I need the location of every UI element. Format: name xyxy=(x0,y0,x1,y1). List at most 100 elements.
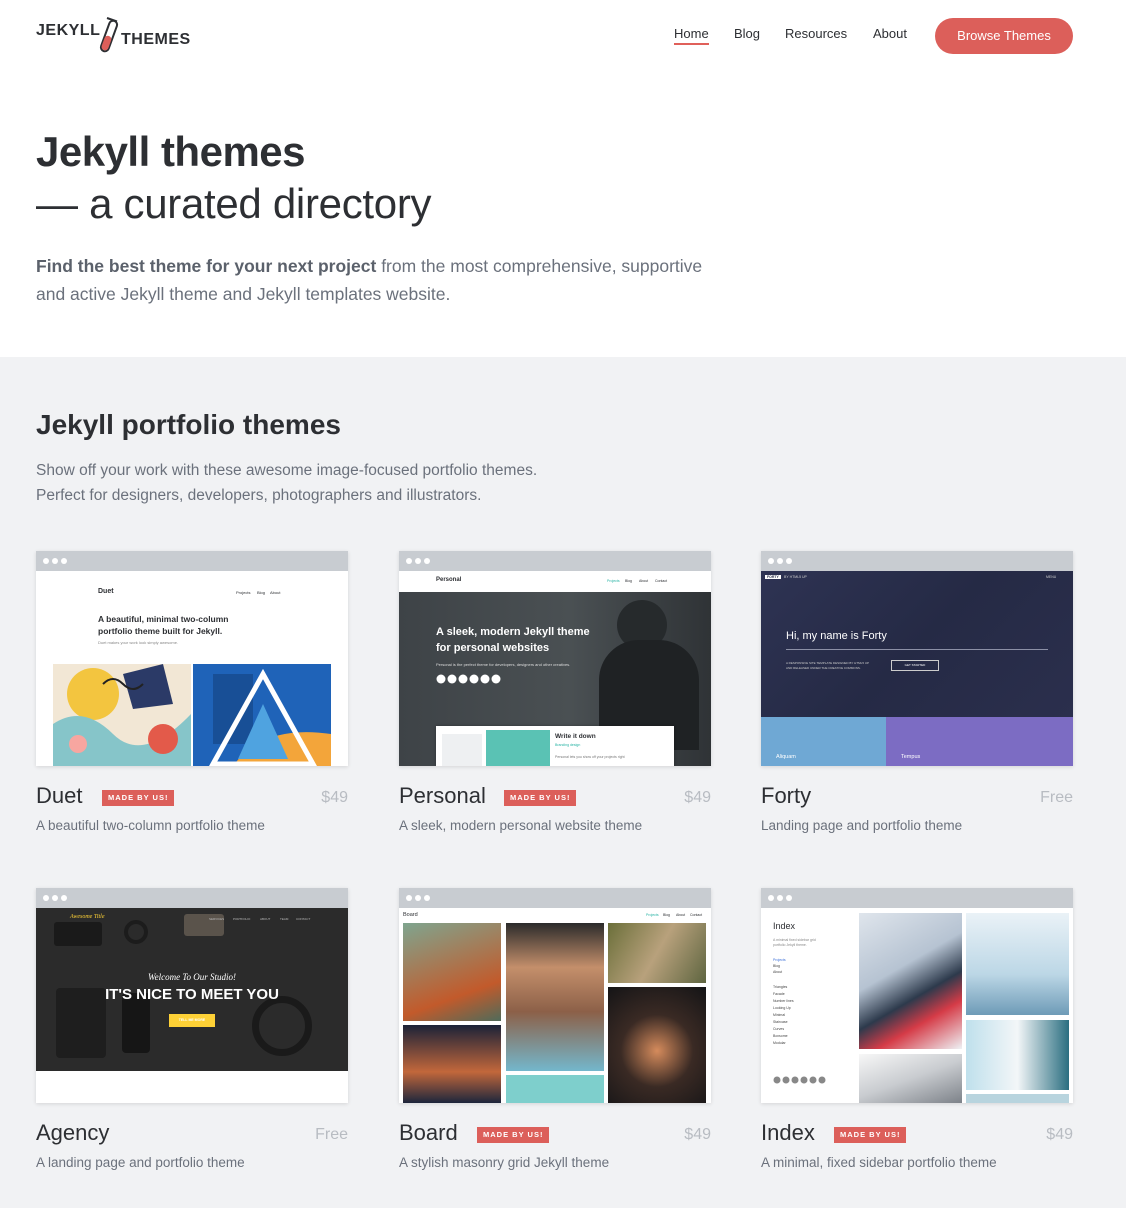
theme-price: $49 xyxy=(1046,1126,1073,1143)
agency-nav-services: SERVICES xyxy=(209,917,225,921)
duet-screenshot: Duet Projects Blog About A beautiful, mi… xyxy=(36,571,348,766)
theme-description: A stylish masonry grid Jekyll theme xyxy=(399,1155,610,1170)
made-by-us-badge: MADE BY US! xyxy=(102,790,175,806)
agency-nav-portfolio: PORTFOLIO xyxy=(233,917,251,921)
agency-brand: Awesome Title xyxy=(70,914,105,920)
theme-name[interactable]: Duet xyxy=(36,783,82,809)
browser-bar xyxy=(36,888,348,908)
forty-tile2-label: Tempus xyxy=(901,754,921,760)
site-logo[interactable]: JEKYLL THEMES xyxy=(36,14,196,56)
forty-small-2: AND RELEASED UNDER THE CREATIVE COMMONS. xyxy=(786,666,861,670)
theme-preview[interactable]: Index A minimal fixed sidebar grid portf… xyxy=(761,888,1073,1103)
index-photo-2 xyxy=(966,913,1069,1015)
index-screenshot: Index A minimal fixed sidebar grid portf… xyxy=(761,908,1073,1103)
browser-bar xyxy=(399,551,711,571)
theme-price: $49 xyxy=(321,789,348,806)
index-project-item: Looking Up xyxy=(773,1006,791,1010)
theme-card-forty[interactable]: FORTY BY HTML5 UP MENU Hi, my name is Fo… xyxy=(761,551,1073,841)
index-intro-2: portfolio Jekyll theme. xyxy=(773,943,807,947)
forty-menu: MENU xyxy=(1046,575,1057,579)
personal-small: Personal is the perfect theme for develo… xyxy=(436,662,571,667)
personal-brand: Personal xyxy=(436,577,462,583)
personal-nav-about: About xyxy=(639,579,649,583)
index-project-item: Triangles xyxy=(773,985,788,989)
made-by-us-badge: MADE BY US! xyxy=(477,1127,550,1143)
agency-welcome: Welcome To Our Studio! xyxy=(147,972,237,982)
theme-card-board[interactable]: Board Projects Blog About Contact Board … xyxy=(399,888,711,1178)
browse-themes-button[interactable]: Browse Themes xyxy=(935,18,1073,54)
index-project-item: Facade xyxy=(773,992,785,996)
personal-post-body: Personal lets you show off your projects… xyxy=(555,755,625,759)
theme-preview[interactable]: FORTY BY HTML5 UP MENU Hi, my name is Fo… xyxy=(761,551,1073,766)
section-title: Jekyll portfolio themes xyxy=(36,409,341,440)
hero-title: Jekyll themes xyxy=(36,128,306,175)
site-header: JEKYLL THEMES Home Blog Resources About … xyxy=(0,0,1126,72)
nav-home[interactable]: Home xyxy=(674,26,709,45)
board-brand: Board xyxy=(403,912,418,918)
forty-small-1: A RESPONSIVE SITE TEMPLATE DESIGNED BY H… xyxy=(786,661,870,665)
agency-headline: IT'S NICE TO MEET YOU xyxy=(105,986,279,1003)
theme-card-index[interactable]: Index A minimal fixed sidebar grid portf… xyxy=(761,888,1073,1178)
made-by-us-badge: MADE BY US! xyxy=(504,790,577,806)
hero-description: Find the best theme for your next projec… xyxy=(36,252,716,308)
personal-nav-contact: Contact xyxy=(655,579,668,583)
board-photo-6 xyxy=(608,987,706,1103)
theme-description: A beautiful two-column portfolio theme xyxy=(36,818,265,833)
index-project-item: Staircase xyxy=(773,1020,788,1024)
theme-card-agency[interactable]: Awesome Title SERVICES PORTFOLIO ABOUT T… xyxy=(36,888,348,1178)
theme-preview[interactable]: Board Projects Blog About Contact xyxy=(399,888,711,1103)
duet-headline-2: portfolio theme built for Jekyll. xyxy=(98,626,223,636)
theme-preview[interactable]: Personal Projects Blog About Contact A s… xyxy=(399,551,711,766)
theme-price: $49 xyxy=(684,1126,711,1143)
board-nav-projects: Projects xyxy=(646,913,659,917)
forty-screenshot: FORTY BY HTML5 UP MENU Hi, my name is Fo… xyxy=(761,571,1073,766)
personal-post-sub: Branding design xyxy=(555,743,581,747)
agency-nav-contact: CONTACT xyxy=(296,917,311,921)
theme-card-personal[interactable]: Personal Projects Blog About Contact A s… xyxy=(399,551,711,841)
duet-brand: Duet xyxy=(98,588,114,595)
index-photo-1 xyxy=(859,913,962,1049)
theme-description: A minimal, fixed sidebar portfolio theme xyxy=(761,1155,997,1170)
section-desc-line2: Perfect for designers, developers, photo… xyxy=(36,487,482,504)
test-tube-icon xyxy=(99,17,119,53)
portfolio-section: Jekyll portfolio themes Show off your wo… xyxy=(0,357,1126,1208)
theme-description: Landing page and portfolio theme xyxy=(761,818,963,833)
personal-social-icons xyxy=(436,673,511,691)
index-project-item: Minimal xyxy=(773,1013,786,1017)
agency-button: TELL ME MORE xyxy=(169,1014,215,1027)
index-intro-1: A minimal fixed sidebar grid xyxy=(773,938,816,942)
theme-preview[interactable]: Awesome Title SERVICES PORTFOLIO ABOUT T… xyxy=(36,888,348,1103)
index-link-item: About xyxy=(773,970,783,974)
theme-name[interactable]: Personal xyxy=(399,783,486,809)
theme-name[interactable]: Forty xyxy=(761,783,811,809)
theme-card-duet[interactable]: Duet Projects Blog About A beautiful, mi… xyxy=(36,551,348,841)
agency-screenshot: Awesome Title SERVICES PORTFOLIO ABOUT T… xyxy=(36,908,348,1103)
forty-button: GET STARTED xyxy=(891,660,939,671)
personal-nav-projects: Projects xyxy=(607,579,620,583)
duet-nav-projects: Projects xyxy=(236,590,251,595)
personal-headline-2: for personal websites xyxy=(436,642,550,654)
duet-artwork-triangle xyxy=(193,664,331,766)
browser-bar xyxy=(761,551,1073,571)
theme-price: Free xyxy=(315,1126,348,1143)
agency-nav-about: ABOUT xyxy=(260,917,271,921)
personal-post-card: Write it down Branding design Personal l… xyxy=(436,726,674,766)
personal-screenshot: Personal Projects Blog About Contact A s… xyxy=(399,571,711,766)
hero-subtitle: — a curated directory xyxy=(36,180,432,227)
browser-bar xyxy=(399,888,711,908)
nav-resources[interactable]: Resources xyxy=(785,26,847,41)
index-social-icons xyxy=(773,1076,826,1084)
theme-description: A landing page and portfolio theme xyxy=(36,1155,245,1170)
personal-headline-1: A sleek, modern Jekyll theme xyxy=(436,626,590,638)
board-screenshot: Board Projects Blog About Contact xyxy=(399,908,711,1103)
theme-preview[interactable]: Duet Projects Blog About A beautiful, mi… xyxy=(36,551,348,766)
theme-name[interactable]: Board xyxy=(399,1120,458,1146)
duet-headline-1: A beautiful, minimal two-column xyxy=(98,614,229,624)
index-photo-5 xyxy=(966,1094,1069,1103)
nav-blog[interactable]: Blog xyxy=(734,26,760,41)
logo-word-jekyll: JEKYLL xyxy=(36,22,101,39)
nav-about[interactable]: About xyxy=(873,26,907,41)
theme-name[interactable]: Agency xyxy=(36,1120,109,1146)
theme-name[interactable]: Index xyxy=(761,1120,815,1146)
index-project-list: Triangles Facade Number lines Looking Up Min… xyxy=(773,984,794,1047)
